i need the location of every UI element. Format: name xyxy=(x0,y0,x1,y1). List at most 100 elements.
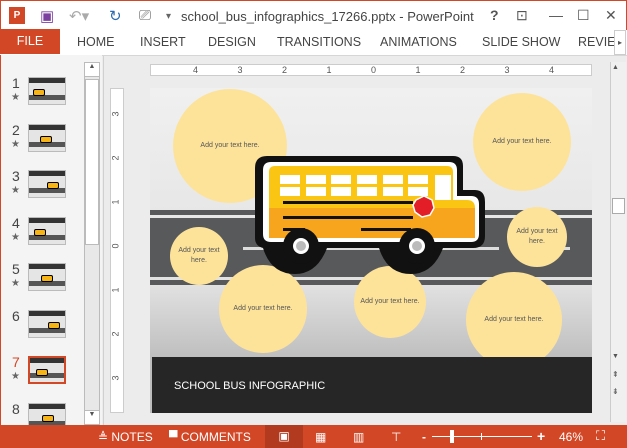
ribbon-tabs: HOME INSERT DESIGN TRANSITIONS ANIMATION… xyxy=(0,30,627,55)
slide-number: 4 xyxy=(12,214,20,231)
ribbon-scroll-right[interactable]: ▸ xyxy=(614,30,626,55)
presentation-icon[interactable]: ⎚ xyxy=(139,7,151,24)
powerpoint-icon: P xyxy=(9,7,25,24)
normal-view-icon: ▣ xyxy=(278,429,290,443)
animation-star-icon: ★ xyxy=(11,185,20,196)
notes-button[interactable]: ≜ NOTES xyxy=(98,430,153,444)
window-title: school_bus_infographics_17266.pptx - Pow… xyxy=(181,9,474,24)
ruler-label: 1 xyxy=(326,65,332,75)
undo-icon[interactable]: ↶▾ xyxy=(69,7,89,25)
comment-icon: ▀ xyxy=(169,430,181,444)
animation-star-icon: ★ xyxy=(11,278,20,289)
slide-thumbnail[interactable] xyxy=(28,309,66,338)
close-button[interactable]: ✕ xyxy=(605,7,617,24)
thumbnails-scrollbar[interactable]: ▲ ▼ xyxy=(84,62,100,425)
slide-thumbnail[interactable] xyxy=(28,170,66,198)
ruler-label: 3 xyxy=(110,111,121,117)
zoom-slider-thumb[interactable] xyxy=(449,430,454,443)
ruler-label: 1 xyxy=(110,287,121,293)
ruler-label: 0 xyxy=(371,65,377,75)
slide-scrollbar[interactable]: ▲ ▼ ⇞ ⇟ xyxy=(610,62,626,422)
ruler-label: 3 xyxy=(110,375,121,381)
file-tab[interactable]: FILE xyxy=(0,29,60,54)
tab-design[interactable]: DESIGN xyxy=(208,35,256,49)
reading-view-icon: ▥ xyxy=(353,430,365,444)
ruler-label: 0 xyxy=(110,243,121,249)
animation-star-icon: ★ xyxy=(11,371,20,382)
scroll-down-button[interactable]: ▼ xyxy=(85,410,99,424)
minimize-button[interactable]: — xyxy=(549,7,563,23)
scroll-up-button[interactable]: ▲ xyxy=(85,63,99,77)
ruler-label: 1 xyxy=(110,199,121,205)
tab-animations[interactable]: ANIMATIONS xyxy=(380,35,457,49)
slide-number: 8 xyxy=(12,400,20,417)
scroll-thumb[interactable] xyxy=(85,79,99,245)
zoom-in-button[interactable]: + xyxy=(537,428,545,444)
ruler-label: 4 xyxy=(193,65,199,75)
vertical-ruler: 3 2 1 0 1 2 3 xyxy=(110,88,124,413)
customize-icon[interactable]: ▾ xyxy=(166,11,171,22)
slide-title[interactable]: SCHOOL BUS INFOGRAPHIC xyxy=(174,380,325,392)
comments-label: COMMENTS xyxy=(180,430,251,444)
normal-view-button[interactable]: ▣ xyxy=(265,425,303,448)
zoom-slider[interactable] xyxy=(432,430,532,443)
slide-number: 5 xyxy=(12,261,20,277)
maximize-button[interactable]: ☐ xyxy=(577,7,590,24)
text-placeholder-circle[interactable]: Add your text here. xyxy=(170,227,228,285)
slide-thumbnail[interactable] xyxy=(28,356,66,384)
ruler-label: 4 xyxy=(549,65,555,75)
pane-divider[interactable] xyxy=(103,56,104,425)
scroll-up-button[interactable]: ▲ xyxy=(612,64,619,71)
school-bus-illustration xyxy=(255,156,485,274)
text-placeholder-circle[interactable]: Add your text here. xyxy=(466,272,562,368)
scroll-down-button[interactable]: ▼ xyxy=(612,353,619,360)
redo-icon[interactable]: ↻ xyxy=(109,7,122,25)
fit-to-window-icon[interactable]: ⛶ xyxy=(596,428,605,444)
slide-number: 3 xyxy=(12,168,20,184)
tab-slide-show[interactable]: SLIDE SHOW xyxy=(482,35,561,49)
slide-thumbnails-pane: 1 ★ 2 ★ 3 ★ 4 ★ 5 ★ 6 7 ★ 8 ▲ ▼ xyxy=(0,55,102,431)
animation-star-icon: ★ xyxy=(11,231,20,243)
ribbon-display-button[interactable]: ⊡ xyxy=(516,7,528,24)
next-slide-button[interactable]: ⇟ xyxy=(612,387,619,396)
slide-thumbnail[interactable] xyxy=(28,216,66,245)
ruler-label: 2 xyxy=(282,65,288,75)
slide-number: 6 xyxy=(12,307,20,324)
slide-show-icon: ⊤ xyxy=(391,430,402,444)
zoom-center-tick xyxy=(481,433,482,440)
reading-view-button[interactable]: ▥ xyxy=(353,430,364,444)
help-button[interactable]: ? xyxy=(490,7,499,23)
slide-canvas[interactable]: Add your text here. Add your text here. Ad… xyxy=(150,88,592,413)
scroll-thumb[interactable] xyxy=(612,198,625,214)
ruler-label: 1 xyxy=(415,65,421,75)
slide-number: 2 xyxy=(12,121,20,138)
save-icon[interactable]: ▣ xyxy=(40,7,54,25)
slide-thumbnail[interactable] xyxy=(28,123,66,152)
slide-thumbnail[interactable] xyxy=(28,77,66,105)
zoom-out-button[interactable]: - xyxy=(422,430,426,444)
ruler-label: 3 xyxy=(504,65,510,75)
tab-transitions[interactable]: TRANSITIONS xyxy=(277,35,361,49)
ruler-label: 3 xyxy=(237,65,243,75)
horizontal-ruler: 4 3 2 1 0 1 2 3 4 xyxy=(150,64,592,76)
tab-review[interactable]: REVIEW xyxy=(578,35,614,49)
slide-number: 7 xyxy=(12,354,20,370)
zoom-level[interactable]: 46% xyxy=(559,430,583,444)
status-bar: ≜ NOTES ▀ COMMENTS ▣ ▦ ▥ ⊤ - + 46% ⛶ xyxy=(0,425,627,448)
notes-icon: ≜ xyxy=(98,430,112,444)
ruler-label: 2 xyxy=(110,155,121,161)
text-placeholder-circle[interactable]: Add your text here. xyxy=(507,207,567,267)
slide-sorter-icon: ▦ xyxy=(315,430,327,444)
slide-show-button[interactable]: ⊤ xyxy=(391,430,401,444)
slide-sorter-button[interactable]: ▦ xyxy=(315,430,326,444)
slide-footer: SCHOOL BUS INFOGRAPHIC xyxy=(152,357,592,413)
animation-star-icon: ★ xyxy=(11,92,20,103)
title-bar: P ▣ ↶▾ ↻ ⎚ ▾ school_bus_infographics_172… xyxy=(0,0,627,30)
previous-slide-button[interactable]: ⇞ xyxy=(612,370,619,379)
tab-home[interactable]: HOME xyxy=(77,35,115,49)
ruler-label: 2 xyxy=(460,65,466,75)
slide-thumbnail[interactable] xyxy=(28,263,66,291)
comments-button[interactable]: ▀ COMMENTS xyxy=(169,430,251,444)
notes-label: NOTES xyxy=(111,430,153,444)
tab-insert[interactable]: INSERT xyxy=(140,35,186,49)
